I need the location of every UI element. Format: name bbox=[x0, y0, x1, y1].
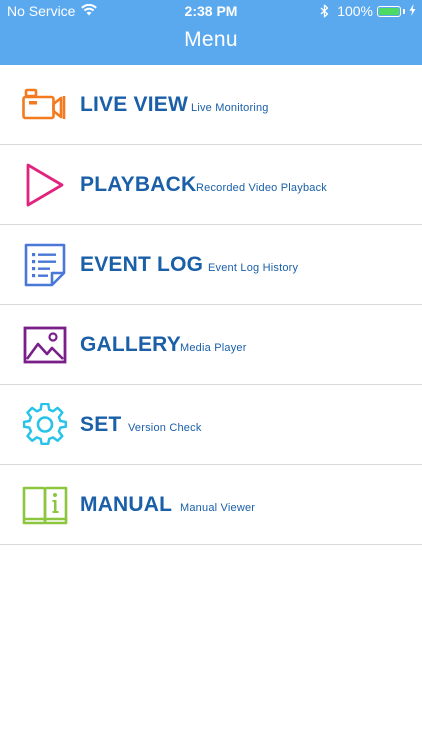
menu-item-sublabel: Media Player bbox=[180, 342, 247, 354]
menu-item-label: SET bbox=[80, 412, 122, 436]
menu-item-event-log[interactable]: EVENT LOG Event Log History bbox=[0, 225, 422, 305]
charging-icon bbox=[409, 3, 416, 19]
gear-icon bbox=[22, 402, 68, 448]
document-list-icon bbox=[22, 242, 68, 288]
battery-percent: 100% bbox=[337, 3, 373, 19]
menu-item-gallery[interactable]: GALLERY Media Player bbox=[0, 305, 422, 385]
page-title: Menu bbox=[184, 28, 238, 51]
battery-icon bbox=[377, 5, 401, 17]
status-bar: No Service 2:38 PM 100% bbox=[0, 0, 422, 22]
bluetooth-icon bbox=[320, 4, 329, 18]
menu-item-label: PLAYBACK bbox=[80, 172, 197, 196]
menu-list: LIVE VIEW Live Monitoring PLAYBACK Recor… bbox=[0, 65, 422, 545]
battery-fill bbox=[379, 7, 399, 15]
book-info-icon bbox=[22, 482, 68, 528]
menu-item-manual[interactable]: MANUAL Manual Viewer bbox=[0, 465, 422, 545]
battery-tip bbox=[403, 8, 405, 14]
menu-item-sublabel: Manual Viewer bbox=[180, 502, 256, 514]
menu-item-sublabel: Recorded Video Playback bbox=[196, 182, 327, 194]
menu-item-sublabel: Live Monitoring bbox=[191, 102, 269, 114]
menu-item-label: EVENT LOG bbox=[80, 252, 204, 276]
menu-item-sublabel: Event Log History bbox=[208, 262, 299, 274]
play-icon bbox=[22, 162, 68, 208]
menu-item-set[interactable]: SET Version Check bbox=[0, 385, 422, 465]
status-right: 100% bbox=[320, 3, 416, 19]
image-icon bbox=[22, 322, 68, 368]
video-camera-icon bbox=[22, 82, 68, 128]
menu-item-label: LIVE VIEW bbox=[80, 92, 188, 116]
menu-item-label: GALLERY bbox=[80, 332, 181, 356]
menu-item-playback[interactable]: PLAYBACK Recorded Video Playback bbox=[0, 145, 422, 225]
menu-item-sublabel: Version Check bbox=[128, 422, 202, 434]
menu-item-live-view[interactable]: LIVE VIEW Live Monitoring bbox=[0, 65, 422, 145]
header: No Service 2:38 PM 100% Menu bbox=[0, 0, 422, 65]
menu-item-label: MANUAL bbox=[80, 492, 173, 516]
